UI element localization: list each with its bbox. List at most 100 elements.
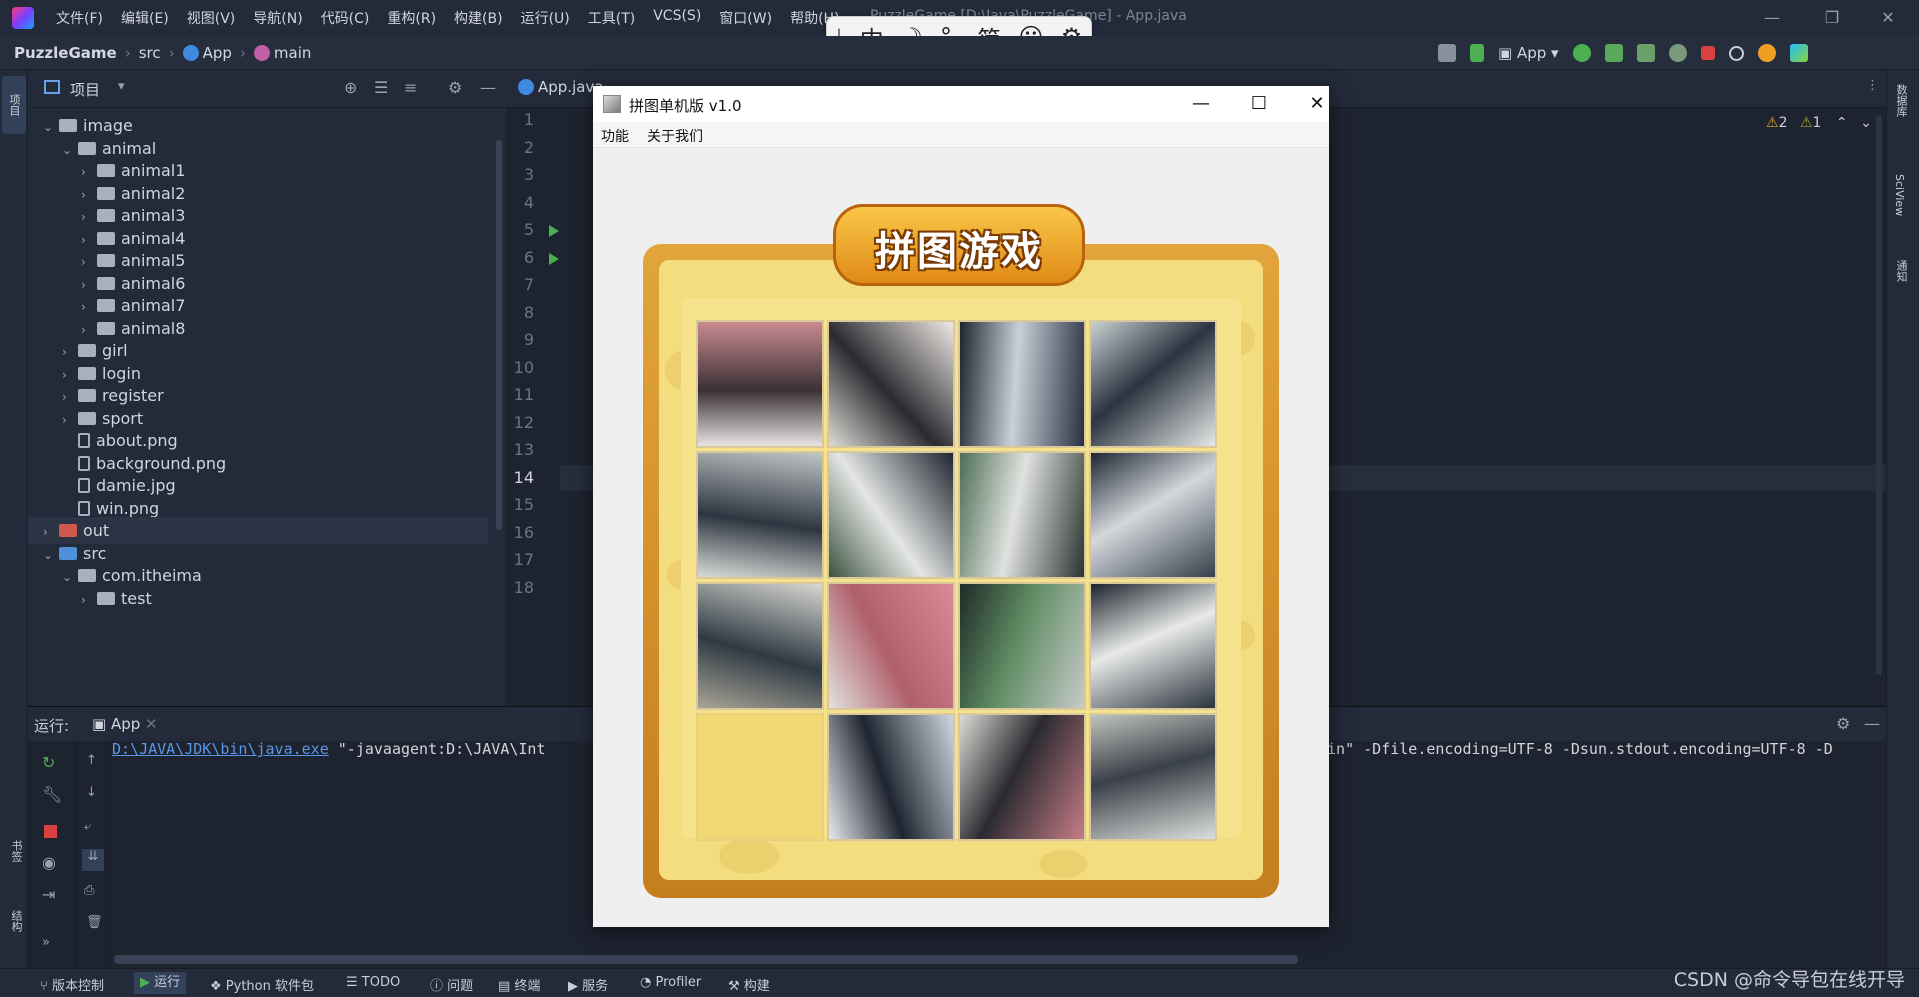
puzzle-tile[interactable]	[827, 582, 955, 710]
notifications-tool-button[interactable]: 通知	[1893, 260, 1909, 282]
menu-item[interactable]: 重构(R)	[387, 8, 436, 28]
tree-scrollbar[interactable]	[496, 140, 502, 530]
run-gutter-icon[interactable]	[549, 225, 559, 237]
run-main-gutter-icon[interactable]	[549, 253, 559, 265]
build-hammer-icon[interactable]	[1470, 44, 1484, 62]
more-tabs-icon[interactable]: ⋮	[1866, 78, 1879, 93]
puzzle-tile[interactable]	[696, 582, 824, 710]
puzzle-tile[interactable]	[1089, 320, 1217, 448]
breadcrumb-project[interactable]: PuzzleGame	[14, 44, 117, 62]
status-terminal[interactable]: ▤ 终端	[498, 975, 540, 994]
run-config-select[interactable]: ▣ App ▾	[1498, 44, 1559, 62]
status-version-control[interactable]: ⑂ 版本控制	[40, 975, 104, 994]
tree-item[interactable]: › test	[28, 585, 488, 612]
debug-icon[interactable]	[1604, 44, 1623, 62]
more-icon[interactable]: »	[42, 935, 50, 950]
menu-item[interactable]: 文件(F)	[56, 8, 103, 28]
structure-tool-button[interactable]: 结构	[4, 910, 24, 932]
puzzle-tile[interactable]	[696, 451, 824, 579]
console-horizontal-scrollbar[interactable]	[114, 955, 1298, 964]
menu-about-us[interactable]: 关于我们	[647, 126, 703, 146]
rerun-icon[interactable]: ↻	[42, 753, 55, 772]
menu-item[interactable]: 编辑(E)	[121, 8, 169, 28]
project-tool-button[interactable]: 项目	[2, 76, 26, 134]
hide-panel-icon[interactable]: —	[1864, 714, 1880, 733]
menu-item[interactable]: 导航(N)	[253, 8, 302, 28]
user-icon[interactable]	[1438, 44, 1456, 62]
print-icon[interactable]: ⎙	[84, 883, 94, 898]
menu-item[interactable]: 代码(C)	[321, 8, 370, 28]
gear-icon[interactable]: ⚙	[448, 78, 462, 97]
puzzle-tile[interactable]	[958, 320, 1086, 448]
arrow-up-icon[interactable]: ↑	[86, 753, 97, 768]
puzzle-tile[interactable]	[827, 713, 955, 841]
java-exe-link[interactable]: D:\JAVA\JDK\bin\java.exe	[112, 740, 329, 758]
status-build[interactable]: ⚒ 构建	[728, 975, 770, 994]
status-services[interactable]: ▶ 服务	[568, 975, 608, 994]
hide-panel-icon[interactable]: —	[480, 78, 496, 97]
menu-item[interactable]: VCS(S)	[653, 8, 701, 28]
minimize-icon[interactable]: —	[1752, 4, 1792, 32]
puzzle-tile[interactable]	[827, 320, 955, 448]
breadcrumb-class[interactable]: App	[182, 44, 232, 62]
puzzle-tile[interactable]	[1089, 582, 1217, 710]
scroll-to-end-icon[interactable]: ⇊	[82, 849, 104, 871]
collapse-all-icon[interactable]: ≡	[404, 78, 417, 97]
prev-problem-icon[interactable]: ⌃	[1836, 115, 1848, 131]
menu-function[interactable]: 功能	[601, 126, 629, 146]
breadcrumb-method[interactable]: main	[253, 44, 311, 62]
expand-all-icon[interactable]: ☰	[374, 78, 388, 97]
run-tab-app[interactable]: ▣ App ✕	[92, 715, 158, 733]
arrow-down-icon[interactable]: ↓	[86, 785, 97, 800]
bookmarks-tool-button[interactable]: 书签	[4, 840, 24, 862]
close-icon[interactable]: ✕	[1868, 4, 1908, 32]
status-profiler[interactable]: ◔ Profiler	[640, 975, 701, 990]
breadcrumb-folder[interactable]: src	[139, 44, 161, 62]
profile-icon[interactable]	[1668, 44, 1687, 62]
login-icon[interactable]: ⇥	[42, 885, 55, 904]
puzzle-tile[interactable]	[958, 713, 1086, 841]
stop-icon[interactable]	[1700, 46, 1715, 60]
status-run[interactable]: ▶ 运行	[134, 972, 187, 994]
status-problems[interactable]: ⓘ 问题	[430, 975, 473, 994]
search-icon[interactable]	[1728, 45, 1744, 61]
puzzle-empty-slot[interactable]	[696, 713, 824, 841]
trash-icon[interactable]: 🗑︎	[86, 915, 103, 930]
close-icon[interactable]: ✕	[1297, 90, 1337, 118]
puzzle-tile[interactable]	[696, 320, 824, 448]
tab-app-java[interactable]: App.java	[518, 78, 604, 96]
camera-icon[interactable]: ◉	[42, 853, 56, 872]
menu-item[interactable]: 工具(T)	[588, 8, 635, 28]
wrench-icon[interactable]: 🔧︎	[42, 785, 62, 804]
menu-item[interactable]: 视图(V)	[187, 8, 236, 28]
puzzle-tile[interactable]	[827, 451, 955, 579]
chevron-down-icon[interactable]: ▾	[118, 79, 125, 94]
puzzle-tile[interactable]	[1089, 451, 1217, 579]
menu-item[interactable]: 运行(U)	[521, 8, 570, 28]
status-todo[interactable]: ☰ TODO	[346, 975, 400, 990]
soft-wrap-icon[interactable]: ⤶	[84, 819, 91, 834]
stop-icon[interactable]	[44, 825, 57, 838]
puzzle-titlebar[interactable]: 拼图单机版 v1.0 — ☐ ✕	[593, 86, 1329, 122]
menu-item[interactable]: 构建(B)	[454, 8, 503, 28]
minimize-icon[interactable]: —	[1181, 90, 1221, 118]
editor-scrollbar[interactable]	[1876, 115, 1882, 675]
next-problem-icon[interactable]: ⌄	[1860, 115, 1872, 131]
rerun-icon[interactable]	[1572, 44, 1591, 62]
inspection-widget[interactable]: ⚠2 ⚠1 ⌃ ⌄	[1766, 115, 1872, 131]
locate-icon[interactable]: ⊕	[344, 78, 357, 97]
database-tool-button[interactable]: 数据库	[1893, 84, 1909, 117]
puzzle-tile[interactable]	[958, 582, 1086, 710]
menu-item[interactable]: 窗口(W)	[719, 8, 772, 28]
plugin-icon[interactable]	[1789, 44, 1808, 62]
gear-icon[interactable]: ⚙	[1836, 714, 1850, 733]
puzzle-tile[interactable]	[958, 451, 1086, 579]
maximize-icon[interactable]: ☐	[1239, 90, 1279, 118]
project-panel-title[interactable]: 项目	[70, 79, 100, 100]
restore-icon[interactable]: ❐	[1812, 4, 1852, 32]
status-python-packages[interactable]: ❖ Python 软件包	[210, 975, 314, 994]
chevron-right-icon[interactable]: ›	[81, 587, 97, 614]
puzzle-tile[interactable]	[1089, 713, 1217, 841]
update-icon[interactable]	[1757, 44, 1776, 62]
coverage-icon[interactable]	[1636, 44, 1655, 62]
